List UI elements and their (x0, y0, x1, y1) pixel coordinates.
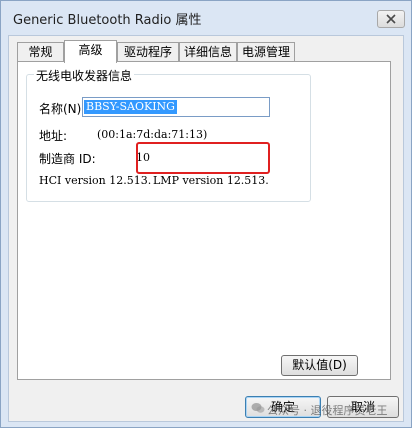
wechat-icon (251, 403, 265, 413)
address-label: 地址: (39, 129, 68, 143)
name-field-value: BBSY-SAOKING (84, 100, 177, 114)
address-value: (00:1a:7d:da:71:13) (97, 128, 208, 141)
properties-dialog: Generic Bluetooth Radio 属性 常规 高级 驱动程序 详细… (0, 0, 412, 428)
lmp-version: LMP version 12.513. (153, 174, 269, 187)
dialog-client-area: 常规 高级 驱动程序 详细信息 电源管理 无线电收发器信息 名称(N): BBS… (8, 35, 404, 422)
close-icon (386, 14, 396, 24)
name-field[interactable]: BBSY-SAOKING (82, 97, 270, 117)
lmp-version-highlight (136, 142, 270, 174)
watermark-text: 公众号 · 退役程序员老王 (267, 404, 388, 417)
tab-general[interactable]: 常规 (17, 42, 64, 61)
close-button[interactable] (377, 10, 405, 28)
radio-info-group: 无线电收发器信息 名称(N): BBSY-SAOKING 地址: (00:1a:… (26, 67, 311, 202)
tab-power-management[interactable]: 电源管理 (237, 42, 295, 61)
tab-driver[interactable]: 驱动程序 (117, 42, 179, 61)
manufacturer-label: 制造商 ID: (39, 152, 96, 166)
group-title: 无线电收发器信息 (34, 67, 135, 84)
window-title: Generic Bluetooth Radio 属性 (13, 13, 202, 28)
name-label: 名称(N): (39, 102, 86, 116)
hci-version: HCI version 12.513. (39, 174, 152, 187)
title-bar[interactable]: Generic Bluetooth Radio 属性 (1, 1, 411, 35)
tab-details[interactable]: 详细信息 (179, 42, 237, 61)
default-value-button[interactable]: 默认值(D) (281, 355, 358, 376)
advanced-tab-page: 无线电收发器信息 名称(N): BBSY-SAOKING 地址: (00:1a:… (17, 61, 391, 380)
tab-advanced[interactable]: 高级 (64, 40, 117, 63)
